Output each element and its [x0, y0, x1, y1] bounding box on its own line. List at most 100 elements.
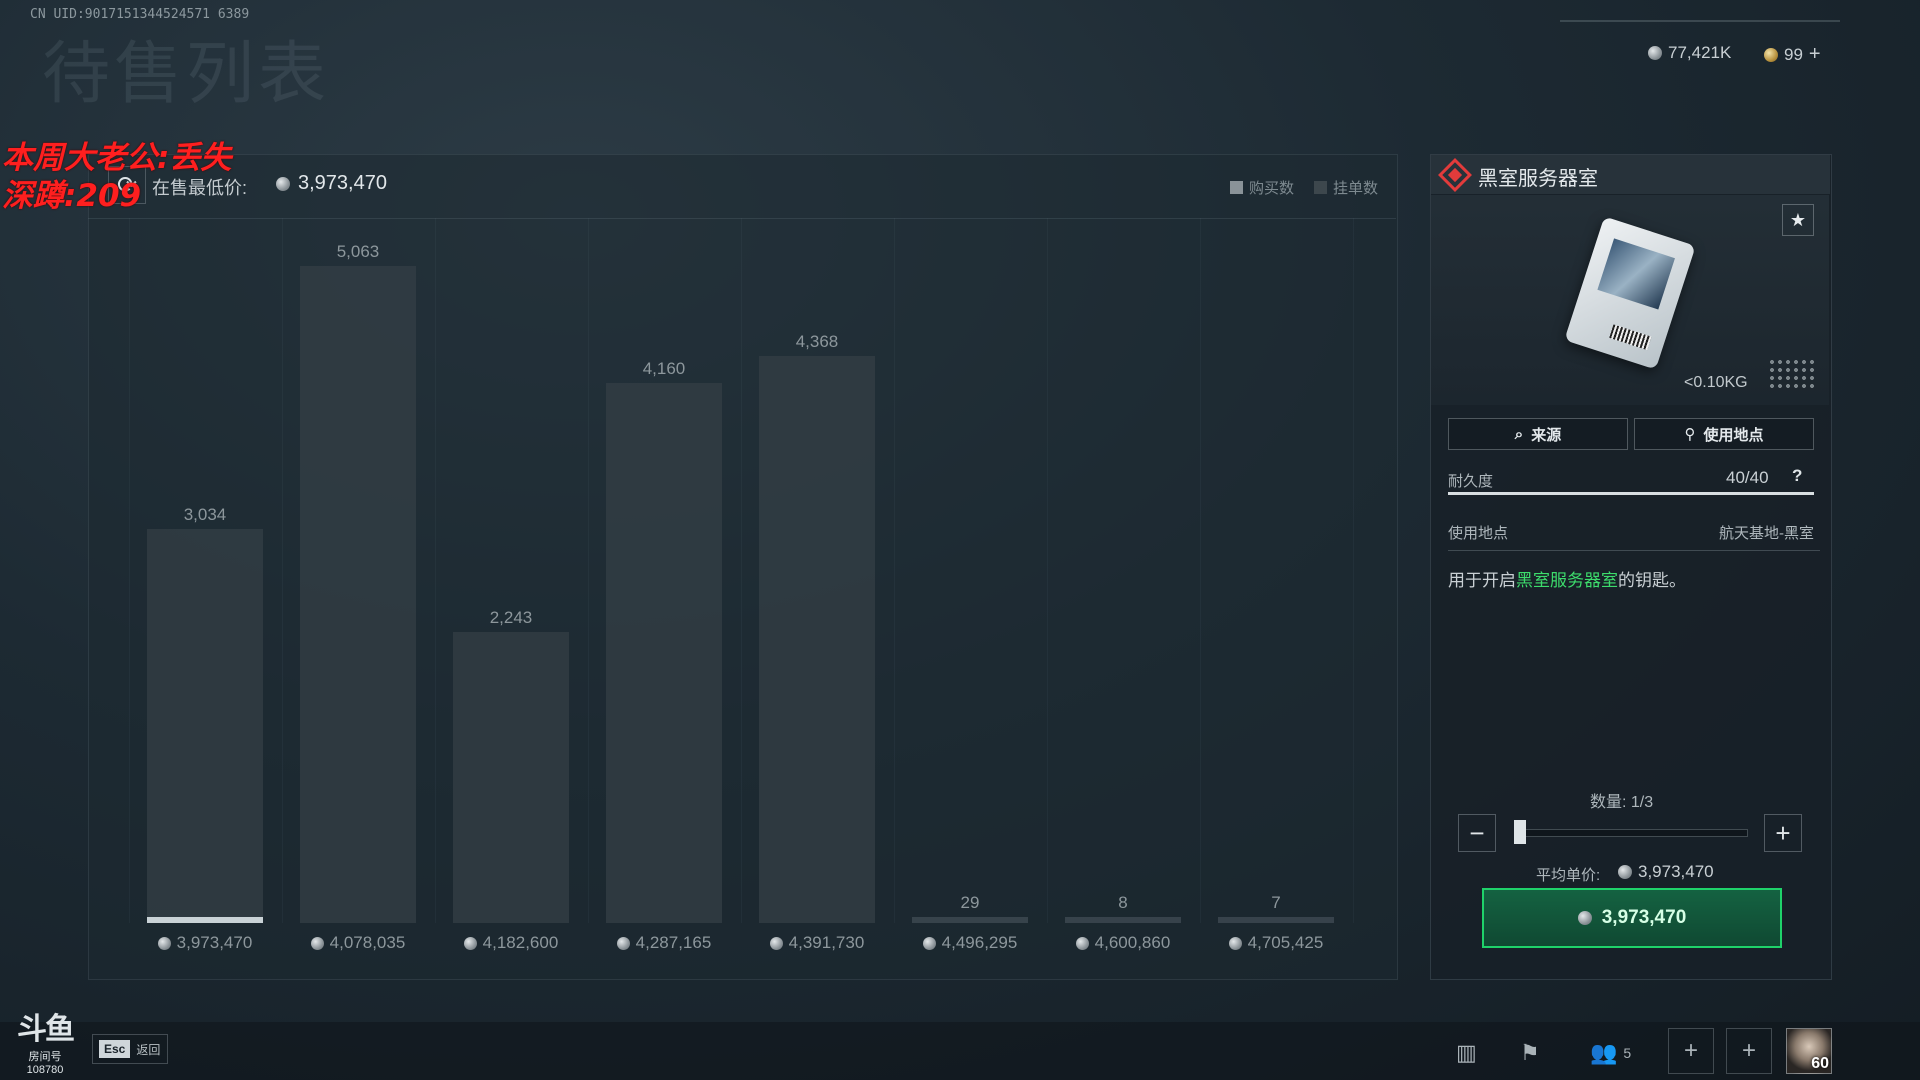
add-currency-button[interactable]: +: [1809, 43, 1821, 66]
detail-divider: [1448, 550, 1820, 551]
silver-amount: 77,421K: [1668, 43, 1732, 62]
esc-key-badge: Esc: [99, 1040, 131, 1058]
chart-bar[interactable]: [147, 529, 263, 923]
help-icon[interactable]: ?: [1792, 466, 1802, 486]
add-slot-button-2[interactable]: +: [1726, 1028, 1772, 1074]
flag-icon[interactable]: ⚑: [1520, 1040, 1540, 1066]
chart-gridline: [435, 218, 436, 923]
coin-icon: [769, 936, 783, 950]
lowest-price-label: 在售最低价:: [152, 178, 248, 198]
coin-icon: [616, 936, 630, 950]
gold-currency: 99 +: [1764, 43, 1821, 66]
quantity-slider[interactable]: [1514, 829, 1748, 837]
chart-bar[interactable]: [1218, 917, 1334, 923]
price-chart-panel: [88, 154, 1398, 980]
selected-bar-indicator: [147, 917, 263, 923]
durability-label: 耐久度: [1448, 473, 1494, 490]
chart-gridline: [741, 218, 742, 923]
chart-gridline: [129, 218, 130, 923]
bar-value-label: 8: [1118, 893, 1128, 912]
legend-list[interactable]: 挂单数: [1314, 177, 1378, 198]
bar-price-text: 4,287,165: [635, 933, 712, 952]
douyu-logo: 斗鱼: [17, 1013, 75, 1046]
bar-value-label: 5,063: [336, 242, 380, 261]
bar-price-text: 3,973,470: [176, 933, 253, 952]
bar-price-text: 4,078,035: [329, 933, 406, 952]
quantity-increase-button[interactable]: +: [1764, 814, 1802, 852]
coin-icon: [463, 936, 477, 950]
coin-icon: [276, 176, 290, 191]
chart-bar[interactable]: [300, 266, 416, 923]
bar-value-label: 3,034: [183, 505, 227, 525]
back-button[interactable]: Esc 返回: [92, 1034, 168, 1064]
bar-price-text: 4,391,730: [788, 933, 865, 952]
chart-bar[interactable]: [453, 631, 569, 923]
quantity-value: 1/3: [1630, 794, 1654, 811]
coin-icon: [1075, 936, 1089, 950]
silver-coin-icon: [1648, 46, 1662, 60]
pin-icon: ⚲: [1684, 426, 1696, 443]
squad-count: 5: [1623, 1045, 1632, 1061]
avatar[interactable]: 60: [1786, 1028, 1832, 1074]
douyu-room-number: 108780: [26, 1064, 64, 1076]
buy-button[interactable]: 3,973,470: [1482, 888, 1782, 948]
legend-list-swatch: [1314, 181, 1327, 194]
chart-bar[interactable]: [1065, 917, 1181, 923]
quantity-slider-handle[interactable]: [1514, 820, 1526, 844]
item-weight: <0.10KG: [1684, 374, 1748, 391]
chart-bar[interactable]: [912, 917, 1028, 923]
people-icon: 👥: [1590, 1040, 1618, 1065]
bar-value-label: 29: [960, 893, 980, 912]
squad-indicator[interactable]: 👥 5: [1590, 1040, 1631, 1066]
bar-value-label: 2,243: [489, 607, 533, 627]
bar-value-label: 4,160: [642, 359, 686, 379]
source-button[interactable]: ⌕ 来源: [1448, 418, 1628, 450]
gold-amount: 99: [1784, 44, 1803, 64]
quantity-label: 数量: 1/3: [1590, 788, 1653, 812]
legend-buy[interactable]: 购买数: [1230, 177, 1294, 198]
use-location-label: 使用地点: [1448, 525, 1509, 542]
chart-gridline: [1353, 218, 1354, 923]
coin-icon: [1618, 865, 1632, 879]
desc-suffix: 的钥匙。: [1618, 571, 1686, 590]
durability-value: 40/40: [1726, 468, 1769, 487]
back-label: 返回: [136, 1042, 161, 1057]
bar-price-label: 3,973,470: [135, 933, 275, 953]
quantity-decrease-button[interactable]: −: [1458, 814, 1496, 852]
chart-gridline: [1047, 218, 1048, 923]
legend-buy-label: 购买数: [1249, 180, 1295, 197]
source-button-label: 来源: [1531, 426, 1562, 444]
item-description: 用于开启黑室服务器室的钥匙。: [1448, 566, 1686, 591]
chart-bar[interactable]: [759, 356, 875, 923]
gold-coin-icon: [1764, 47, 1778, 62]
silver-currency: 77,421K: [1648, 43, 1731, 63]
keycard-art: [1597, 238, 1675, 310]
player-level: 60: [1811, 1055, 1829, 1072]
item-name: 黑室服务器室: [1478, 168, 1598, 190]
bar-price-label: 4,391,730: [747, 933, 887, 953]
avg-price-number: 3,973,470: [1638, 862, 1714, 881]
inventory-size-grid-icon: [1768, 358, 1814, 388]
bar-value-label: 7: [1271, 893, 1281, 912]
avg-price-label: 平均单价:: [1536, 867, 1601, 884]
bar-price-text: 4,600,860: [1094, 933, 1171, 952]
bar-price-label: 4,496,295: [900, 933, 1040, 953]
douyu-room-label: 房间号: [28, 1051, 62, 1063]
bar-value-label: 4,368: [795, 332, 839, 352]
lowest-price-number: 3,973,470: [298, 172, 387, 194]
douyu-watermark: 斗鱼 房间号 108780: [16, 1004, 75, 1076]
bottom-bar: [0, 1022, 1920, 1080]
bar-price-label: 4,287,165: [594, 933, 734, 953]
chart-bar[interactable]: [606, 383, 722, 923]
avg-price-value: 3,973,470: [1618, 862, 1714, 882]
bar-price-text: 4,182,600: [482, 933, 559, 952]
bar-chart-icon[interactable]: ▥: [1456, 1040, 1477, 1066]
use-location-button[interactable]: ⚲ 使用地点: [1634, 418, 1814, 450]
add-slot-button-1[interactable]: +: [1668, 1028, 1714, 1074]
buy-button-price: 3,973,470: [1601, 907, 1687, 928]
favorite-star-icon[interactable]: ★: [1782, 204, 1814, 236]
coin-icon: [1577, 911, 1592, 925]
coin-icon: [1228, 936, 1242, 950]
chart-gridline: [588, 218, 589, 923]
stream-overlay-line2: 深蹲:209: [2, 178, 142, 214]
